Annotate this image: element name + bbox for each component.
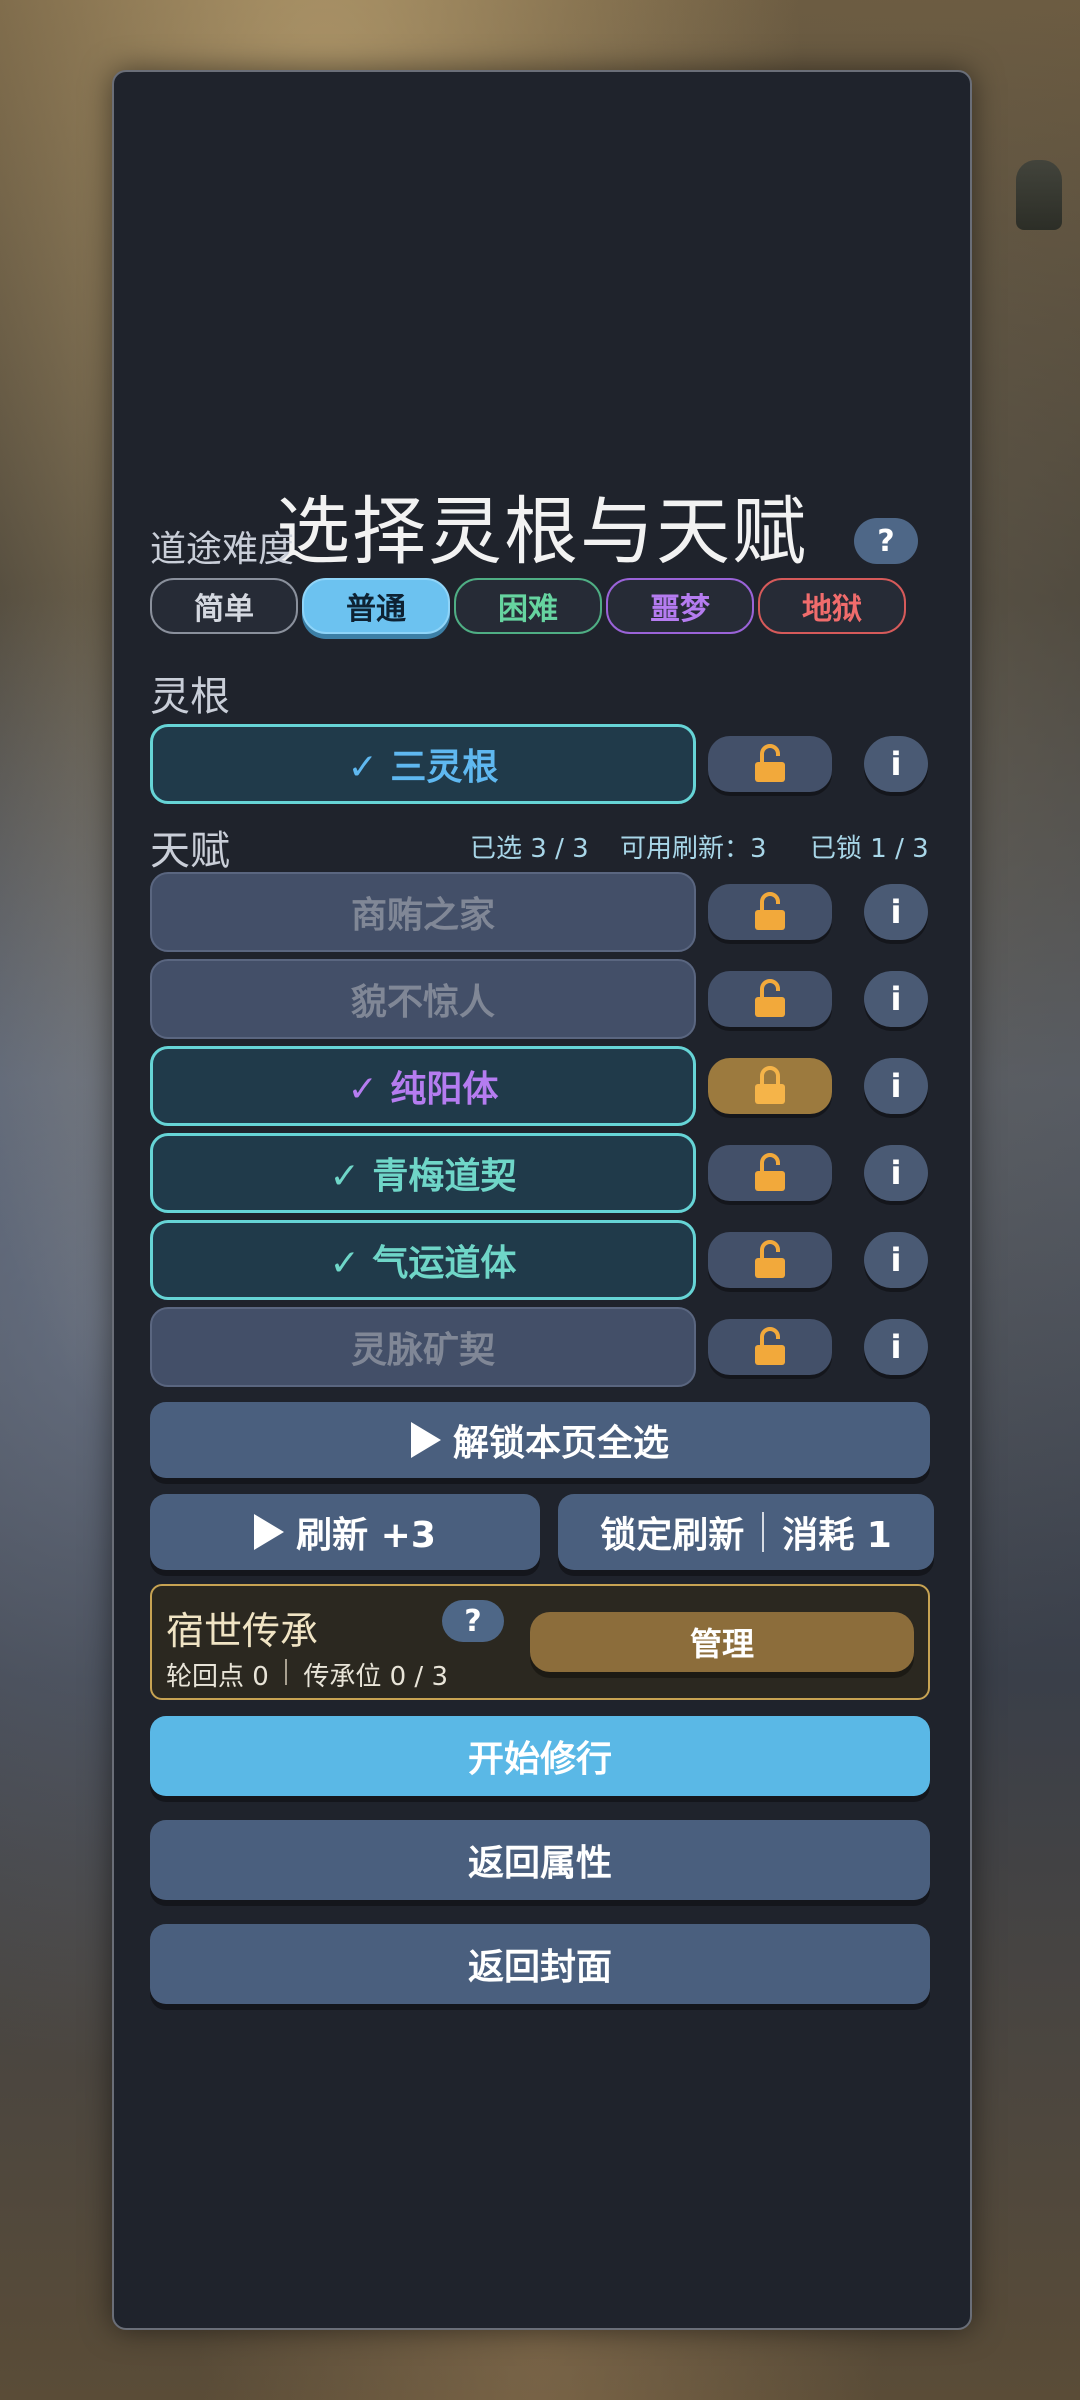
talent-slot[interactable]: ✓ 纯阳体: [150, 1046, 696, 1126]
talent-slot[interactable]: 灵脉矿契: [150, 1307, 696, 1387]
legacy-title: 宿世传承: [166, 1609, 319, 1653]
difficulty-normal-button[interactable]: 普通: [302, 578, 450, 634]
talent-lock-toggle[interactable]: [708, 1145, 832, 1201]
unlocked-padlock-icon: [755, 892, 785, 930]
talent-section-label: 天赋: [150, 828, 230, 874]
legacy-manage-button[interactable]: 管理: [530, 1612, 914, 1672]
divider: [285, 1659, 288, 1685]
talent-row: 貌不惊人 i: [150, 959, 930, 1039]
talent-row: ✓ 气运道体 i: [150, 1220, 930, 1300]
refresh-button[interactable]: 刷新 +3: [150, 1494, 540, 1570]
play-triangle-icon: [254, 1514, 285, 1550]
root-info-button[interactable]: i: [864, 736, 928, 792]
unlocked-padlock-icon: [755, 1153, 785, 1191]
divider: [762, 1512, 765, 1552]
talent-lock-toggle[interactable]: [708, 1058, 832, 1114]
root-section-label: 灵根: [150, 674, 230, 720]
talent-slot[interactable]: 商贿之家: [150, 872, 696, 952]
start-cultivation-button[interactable]: 开始修行: [150, 1716, 930, 1796]
unlock-select-all-label: 解锁本页全选: [452, 1423, 669, 1464]
refresh-label: 刷新 +3: [296, 1515, 436, 1556]
talent-info-button[interactable]: i: [864, 1319, 928, 1375]
unlocked-padlock-icon: [755, 979, 785, 1017]
root-row: ✓ 三灵根 i: [150, 724, 930, 804]
lock-refresh-label: 锁定刷新: [600, 1515, 745, 1556]
lock-refresh-button[interactable]: 锁定刷新 消耗 1: [558, 1494, 934, 1570]
hanging-bell-decoration: [1016, 160, 1062, 230]
talent-locked-count: 已锁 1 / 3: [810, 834, 929, 864]
talent-row: ✓ 青梅道契 i: [150, 1133, 930, 1213]
selection-panel: 选择灵根与天赋 道途难度 ? 简单 普通 困难 噩梦 地狱 灵根 ✓ 三灵根 i…: [112, 70, 972, 2330]
root-slot[interactable]: ✓ 三灵根: [150, 724, 696, 804]
unlock-select-all-button[interactable]: 解锁本页全选: [150, 1402, 930, 1478]
talent-refresh-available: 可用刷新：3: [620, 834, 767, 864]
difficulty-label: 道途难度: [150, 529, 295, 570]
locked-padlock-icon: [755, 1066, 785, 1104]
difficulty-hard-button[interactable]: 困难: [454, 578, 602, 634]
talent-row: ✓ 纯阳体 i: [150, 1046, 930, 1126]
lock-refresh-cost: 消耗 1: [782, 1515, 892, 1556]
play-triangle-icon: [410, 1422, 441, 1458]
talent-selected-count: 已选 3 / 3: [470, 834, 589, 864]
back-to-cover-button[interactable]: 返回封面: [150, 1924, 930, 2004]
talent-lock-toggle[interactable]: [708, 1232, 832, 1288]
talent-row: 灵脉矿契 i: [150, 1307, 930, 1387]
talent-info-button[interactable]: i: [864, 1145, 928, 1201]
unlocked-padlock-icon: [755, 1327, 785, 1365]
difficulty-hell-button[interactable]: 地狱: [758, 578, 906, 634]
difficulty-selector: 简单 普通 困难 噩梦 地狱: [150, 578, 906, 634]
difficulty-nightmare-button[interactable]: 噩梦: [606, 578, 754, 634]
talent-info-button[interactable]: i: [864, 1058, 928, 1114]
legacy-help-button[interactable]: ?: [442, 1600, 504, 1642]
unlocked-padlock-icon: [755, 744, 785, 782]
talent-lock-toggle[interactable]: [708, 1319, 832, 1375]
talent-slot[interactable]: ✓ 青梅道契: [150, 1133, 696, 1213]
difficulty-help-button[interactable]: ?: [854, 518, 918, 564]
talent-lock-toggle[interactable]: [708, 971, 832, 1027]
talent-row: 商贿之家 i: [150, 872, 930, 952]
talent-info-button[interactable]: i: [864, 884, 928, 940]
unlocked-padlock-icon: [755, 1240, 785, 1278]
talent-info-button[interactable]: i: [864, 971, 928, 1027]
talent-lock-toggle[interactable]: [708, 884, 832, 940]
back-to-attributes-button[interactable]: 返回属性: [150, 1820, 930, 1900]
legacy-panel: 宿世传承 ? 轮回点 0 传承位 0 / 3 管理: [150, 1584, 930, 1700]
talent-info-button[interactable]: i: [864, 1232, 928, 1288]
root-lock-toggle[interactable]: [708, 736, 832, 792]
talent-slot[interactable]: 貌不惊人: [150, 959, 696, 1039]
difficulty-easy-button[interactable]: 简单: [150, 578, 298, 634]
legacy-slots: 传承位 0 / 3: [303, 1662, 448, 1692]
talent-slot[interactable]: ✓ 气运道体: [150, 1220, 696, 1300]
legacy-points: 轮回点 0: [166, 1662, 269, 1692]
